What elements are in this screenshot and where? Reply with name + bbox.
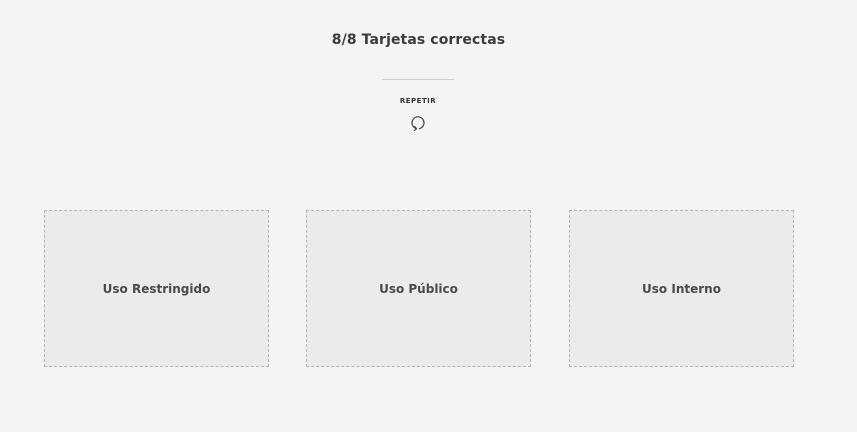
result-title: 8/8 Tarjetas correctas: [331, 32, 506, 48]
dropzone-public[interactable]: Uso Público: [306, 210, 531, 367]
repeat-label: REPETIR: [399, 97, 437, 105]
dropzone-label: Uso Público: [379, 281, 458, 296]
dropzone-label: Uso Interno: [642, 281, 721, 296]
dropzone-restricted[interactable]: Uso Restringido: [44, 210, 269, 367]
repeat-button[interactable]: REPETIR: [388, 95, 448, 135]
dropzone-label: Uso Restringido: [102, 281, 211, 296]
divider: [382, 79, 454, 80]
dropzone-internal[interactable]: Uso Interno: [569, 210, 794, 367]
refresh-icon[interactable]: [410, 115, 426, 131]
